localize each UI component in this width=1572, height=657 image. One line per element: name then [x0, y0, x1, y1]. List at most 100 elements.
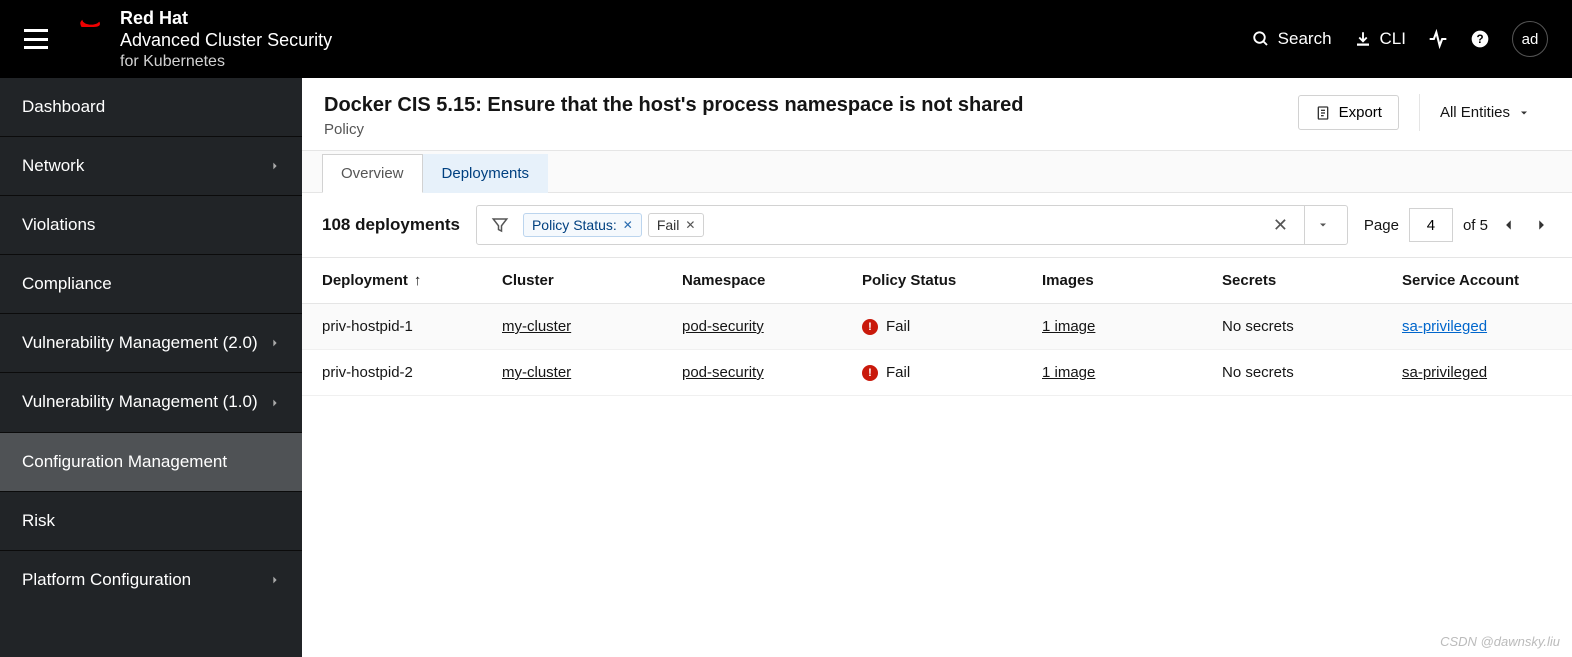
- toolbar: 108 deployments Policy Status: ✕ Fail ✕ …: [302, 193, 1572, 258]
- sidebar-item-label: Dashboard: [22, 96, 105, 118]
- sidebar-item-label: Compliance: [22, 273, 112, 295]
- sidebar-item-label: Network: [22, 155, 84, 177]
- status-text: Fail: [886, 364, 910, 381]
- chevron-right-icon: [270, 159, 280, 173]
- brand: Red Hat Advanced Cluster Security for Ku…: [76, 7, 1252, 72]
- export-icon: [1315, 105, 1331, 121]
- deployment-count: 108 deployments: [322, 215, 460, 235]
- sidebar-item-configuration-management[interactable]: Configuration Management: [0, 432, 302, 491]
- page-next-icon[interactable]: [1530, 218, 1552, 232]
- cell-secrets: No secrets: [1222, 318, 1402, 335]
- watermark: CSDN @dawnsky.liu: [1440, 634, 1560, 649]
- page-header: Docker CIS 5.15: Ensure that the host's …: [302, 78, 1572, 151]
- sidebar: Dashboard Network Violations Compliance Vuln…: [0, 78, 302, 657]
- sidebar-item-vulnerability-management-2-0-[interactable]: Vulnerability Management (2.0): [0, 313, 302, 372]
- sidebar-item-platform-configuration[interactable]: Platform Configuration: [0, 550, 302, 609]
- search-icon: [1252, 30, 1270, 48]
- sidebar-item-dashboard[interactable]: Dashboard: [0, 78, 302, 136]
- cli-label: CLI: [1380, 29, 1406, 49]
- cell-deployment: priv-hostpid-1: [322, 318, 502, 335]
- sidebar-item-network[interactable]: Network: [0, 136, 302, 195]
- cluster-link[interactable]: my-cluster: [502, 318, 571, 335]
- brand-line3: for Kubernetes: [120, 52, 332, 72]
- fail-icon: !: [862, 319, 878, 335]
- filter-dropdown-toggle[interactable]: [1304, 206, 1341, 244]
- namespace-link[interactable]: pod-security: [682, 364, 764, 381]
- images-link[interactable]: 1 image: [1042, 318, 1095, 335]
- col-policy-status[interactable]: Policy Status: [862, 272, 1042, 289]
- brand-line1: Red Hat: [120, 7, 332, 30]
- col-deployment[interactable]: Deployment↑: [322, 272, 502, 289]
- remove-chip-icon[interactable]: ✕: [623, 218, 633, 232]
- tab-overview[interactable]: Overview: [322, 154, 423, 193]
- sidebar-item-violations[interactable]: Violations: [0, 195, 302, 254]
- table-header: Deployment↑ Cluster Namespace Policy Sta…: [302, 258, 1572, 304]
- images-link[interactable]: 1 image: [1042, 364, 1095, 381]
- remove-chip-icon[interactable]: ✕: [685, 218, 695, 232]
- cell-deployment: priv-hostpid-2: [322, 364, 502, 381]
- search-button[interactable]: Search: [1252, 29, 1332, 49]
- sidebar-item-compliance[interactable]: Compliance: [0, 254, 302, 313]
- entities-dropdown[interactable]: All Entities: [1419, 94, 1550, 131]
- filter-chip-value[interactable]: Fail ✕: [648, 213, 705, 237]
- cell-policy-status: ! Fail: [862, 318, 1042, 335]
- tabs: Overview Deployments: [302, 151, 1572, 193]
- user-avatar[interactable]: ad: [1512, 21, 1548, 57]
- cli-button[interactable]: CLI: [1354, 29, 1406, 49]
- sort-asc-icon: ↑: [414, 272, 422, 289]
- col-service-account[interactable]: Service Account: [1402, 272, 1552, 289]
- chevron-down-icon: [1518, 107, 1530, 119]
- filter-box[interactable]: Policy Status: ✕ Fail ✕ ✕: [476, 205, 1348, 245]
- chevron-right-icon: [270, 336, 280, 350]
- cell-secrets: No secrets: [1222, 364, 1402, 381]
- filter-chip-label: Policy Status:: [532, 217, 617, 233]
- col-images[interactable]: Images: [1042, 272, 1222, 289]
- chevron-right-icon: [270, 396, 280, 410]
- sidebar-item-label: Platform Configuration: [22, 569, 191, 591]
- sidebar-item-label: Configuration Management: [22, 451, 227, 473]
- cell-policy-status: ! Fail: [862, 364, 1042, 381]
- filter-chip-category[interactable]: Policy Status: ✕: [523, 213, 642, 237]
- filter-icon: [483, 216, 517, 234]
- page-label: Page: [1364, 217, 1399, 234]
- table-row[interactable]: priv-hostpid-1my-cluster pod-security! Fai…: [302, 304, 1572, 350]
- fail-icon: !: [862, 365, 878, 381]
- deployments-table: Deployment↑ Cluster Namespace Policy Sta…: [302, 258, 1572, 396]
- clear-filters-icon[interactable]: ✕: [1263, 215, 1298, 236]
- sidebar-item-label: Violations: [22, 214, 95, 236]
- export-button[interactable]: Export: [1298, 95, 1399, 130]
- sidebar-item-vulnerability-management-1-0-[interactable]: Vulnerability Management (1.0): [0, 372, 302, 431]
- status-text: Fail: [886, 318, 910, 335]
- tab-deployments[interactable]: Deployments: [423, 154, 549, 193]
- entities-label: All Entities: [1440, 104, 1510, 121]
- hamburger-menu-icon[interactable]: [24, 29, 48, 49]
- col-cluster[interactable]: Cluster: [502, 272, 682, 289]
- search-label: Search: [1278, 29, 1332, 49]
- brand-line2: Advanced Cluster Security: [120, 29, 332, 52]
- col-namespace[interactable]: Namespace: [682, 272, 862, 289]
- page-prev-icon[interactable]: [1498, 218, 1520, 232]
- sidebar-item-label: Risk: [22, 510, 55, 532]
- table-row[interactable]: priv-hostpid-2my-cluster pod-security! Fai…: [302, 350, 1572, 396]
- cluster-link[interactable]: my-cluster: [502, 364, 571, 381]
- export-label: Export: [1339, 104, 1382, 121]
- chevron-down-icon: [1317, 219, 1329, 231]
- page-total: of 5: [1463, 217, 1488, 234]
- sidebar-item-label: Vulnerability Management (2.0): [22, 332, 258, 354]
- sidebar-item-risk[interactable]: Risk: [0, 491, 302, 550]
- help-icon[interactable]: ?: [1470, 29, 1490, 49]
- download-icon: [1354, 30, 1372, 48]
- page-subtitle: Policy: [324, 121, 1298, 138]
- col-secrets[interactable]: Secrets: [1222, 272, 1402, 289]
- topbar: Red Hat Advanced Cluster Security for Ku…: [0, 0, 1572, 78]
- activity-icon[interactable]: [1428, 29, 1448, 49]
- redhat-fedora-icon: [76, 11, 108, 35]
- sidebar-item-label: Vulnerability Management (1.0): [22, 391, 258, 413]
- namespace-link[interactable]: pod-security: [682, 318, 764, 335]
- service-account-link[interactable]: sa-privileged: [1402, 318, 1487, 335]
- chevron-right-icon: [270, 573, 280, 587]
- avatar-initials: ad: [1522, 31, 1539, 48]
- page-input[interactable]: [1409, 208, 1453, 242]
- page-title: Docker CIS 5.15: Ensure that the host's …: [324, 94, 1298, 117]
- service-account-link[interactable]: sa-privileged: [1402, 364, 1487, 381]
